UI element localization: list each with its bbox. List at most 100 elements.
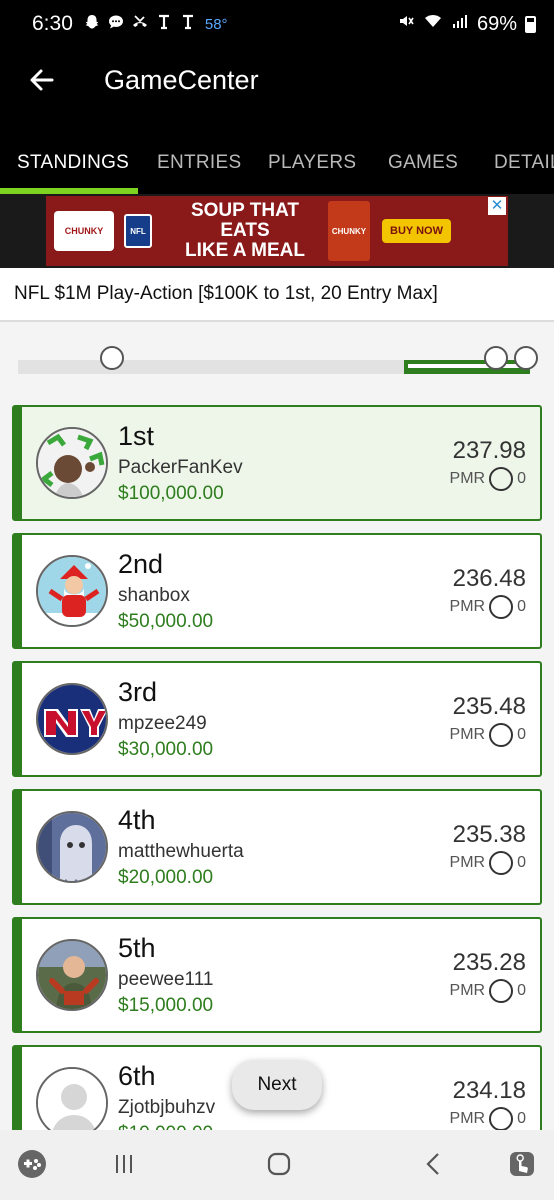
system-icons: 69% xyxy=(397,12,536,36)
prize-amount: $50,000.00 xyxy=(118,611,214,632)
pmr-label: PMR xyxy=(449,982,486,999)
message-icon xyxy=(107,13,125,36)
avatar xyxy=(36,427,108,499)
gamepad-icon xyxy=(18,1150,46,1178)
standing-card-4[interactable]: 4th matthewhuerta $20,000.00 235.38 PMR … xyxy=(12,789,542,905)
avatar xyxy=(36,555,108,627)
tab-detail[interactable]: DETAIL xyxy=(494,152,554,174)
fantasy-score: 236.48 xyxy=(452,565,526,592)
pmr-value: 0 xyxy=(517,854,526,871)
fantasy-score: 235.28 xyxy=(452,949,526,976)
recent-apps-button[interactable] xyxy=(104,1146,144,1182)
tab-players[interactable]: PLAYERS xyxy=(268,152,356,174)
ad-brand-logo: CHUNKY xyxy=(54,211,114,251)
standing-card-2[interactable]: 2nd shanbox $50,000.00 236.48 PMR 0 xyxy=(12,533,542,649)
back-nav-button[interactable] xyxy=(414,1146,454,1182)
page-title: GameCenter xyxy=(104,64,259,95)
pmr-indicator: PMR 0 xyxy=(450,467,526,491)
sportsbook-icon-2 xyxy=(179,13,197,36)
weather-temperature: 58° xyxy=(204,15,228,33)
username: PackerFanKev xyxy=(118,457,243,478)
home-icon xyxy=(267,1152,291,1176)
fantasy-score: 234.18 xyxy=(452,1077,526,1104)
mute-icon xyxy=(397,12,415,36)
game-launcher-button[interactable] xyxy=(12,1146,52,1182)
pmr-value: 0 xyxy=(517,1110,526,1127)
missed-call-icon xyxy=(131,13,149,36)
snapchat-icon xyxy=(83,13,101,36)
contest-title: NFL $1M Play-Action [$100K to 1st, 20 En… xyxy=(0,268,554,322)
ad-buy-now-button[interactable]: BUY NOW xyxy=(382,219,451,243)
tab-games[interactable]: GAMES xyxy=(388,152,458,174)
slider-range-end-knob[interactable] xyxy=(514,346,538,370)
notification-icons: 58° xyxy=(83,13,228,36)
pmr-indicator: PMR 0 xyxy=(450,1107,526,1131)
slider-position-knob[interactable] xyxy=(100,346,124,370)
pmr-value: 0 xyxy=(517,726,526,743)
battery-percent: 69% xyxy=(476,12,517,35)
ad-headline-line-2: LIKE A MEAL xyxy=(185,240,305,261)
pmr-progress-ring xyxy=(489,723,514,747)
wifi-icon xyxy=(423,12,443,36)
range-slider[interactable] xyxy=(18,342,538,378)
next-button[interactable]: Next xyxy=(232,1060,322,1110)
pmr-label: PMR xyxy=(449,854,486,871)
pmr-value: 0 xyxy=(517,470,526,487)
pmr-progress-ring xyxy=(489,1107,514,1131)
status-time: 6:30 xyxy=(32,12,73,35)
pmr-progress-ring xyxy=(489,851,514,875)
username: Zjotbjbuhzv xyxy=(118,1097,216,1118)
standing-card-5[interactable]: 5th peewee111 $15,000.00 235.28 PMR 0 xyxy=(12,917,542,1033)
recents-icon xyxy=(116,1155,132,1173)
prize-amount: $20,000.00 xyxy=(118,867,214,888)
username: matthewhuerta xyxy=(118,841,244,862)
tab-entries[interactable]: ENTRIES xyxy=(157,152,241,174)
arrow-left-icon xyxy=(30,69,54,91)
app-bar: GameCenter xyxy=(0,48,554,112)
pmr-progress-ring xyxy=(489,979,514,1003)
accessibility-button[interactable] xyxy=(502,1146,542,1182)
avatar xyxy=(36,683,108,755)
ad-headline: SOUP THAT EATS LIKE A MEAL xyxy=(170,201,320,261)
ad-close-button[interactable]: ✕ xyxy=(488,197,506,215)
avatar xyxy=(36,811,108,883)
ad-product-image: CHUNKY xyxy=(328,201,370,261)
chevron-left-icon xyxy=(426,1153,439,1175)
standing-card-1[interactable]: 1st PackerFanKev $100,000.00 237.98 PMR … xyxy=(12,405,542,521)
pmr-progress-ring xyxy=(489,467,514,491)
pmr-label: PMR xyxy=(449,470,486,487)
pmr-label: PMR xyxy=(449,1110,486,1127)
pmr-value: 0 xyxy=(517,982,526,999)
pmr-value: 0 xyxy=(517,598,526,615)
username: peewee111 xyxy=(118,969,214,990)
sportsbook-icon xyxy=(155,13,173,36)
slider-range-start-knob[interactable] xyxy=(484,346,508,370)
tab-standings[interactable]: STANDINGS xyxy=(17,152,129,174)
signal-icon xyxy=(451,12,469,36)
nfl-logo: NFL xyxy=(124,214,152,248)
back-button[interactable] xyxy=(22,60,62,100)
hand-touch-icon xyxy=(510,1152,534,1176)
pmr-progress-ring xyxy=(489,595,514,619)
username: mpzee249 xyxy=(118,713,207,734)
rank-label: 3rd xyxy=(118,677,158,707)
pmr-label: PMR xyxy=(449,598,486,615)
ad-banner-container: CHUNKY NFL SOUP THAT EATS LIKE A MEAL CH… xyxy=(0,194,554,268)
pmr-label: PMR xyxy=(449,726,486,743)
pmr-indicator: PMR 0 xyxy=(450,595,526,619)
rank-label: 6th xyxy=(118,1061,156,1091)
rank-label: 5th xyxy=(118,933,156,963)
pmr-indicator: PMR 0 xyxy=(450,851,526,875)
tab-bar: STANDINGS ENTRIES PLAYERS GAMES DETAIL xyxy=(0,112,554,194)
pmr-indicator: PMR 0 xyxy=(450,979,526,1003)
ad-banner[interactable]: CHUNKY NFL SOUP THAT EATS LIKE A MEAL CH… xyxy=(46,196,508,266)
battery-icon xyxy=(525,15,536,33)
default-avatar-icon xyxy=(36,1067,108,1139)
slider-selected-range xyxy=(404,360,530,374)
fantasy-score: 237.98 xyxy=(452,437,526,464)
home-button[interactable] xyxy=(259,1146,299,1182)
prize-amount: $30,000.00 xyxy=(118,739,214,760)
username: shanbox xyxy=(118,585,190,606)
fantasy-score: 235.48 xyxy=(452,693,526,720)
standing-card-3[interactable]: 3rd mpzee249 $30,000.00 235.48 PMR 0 xyxy=(12,661,542,777)
